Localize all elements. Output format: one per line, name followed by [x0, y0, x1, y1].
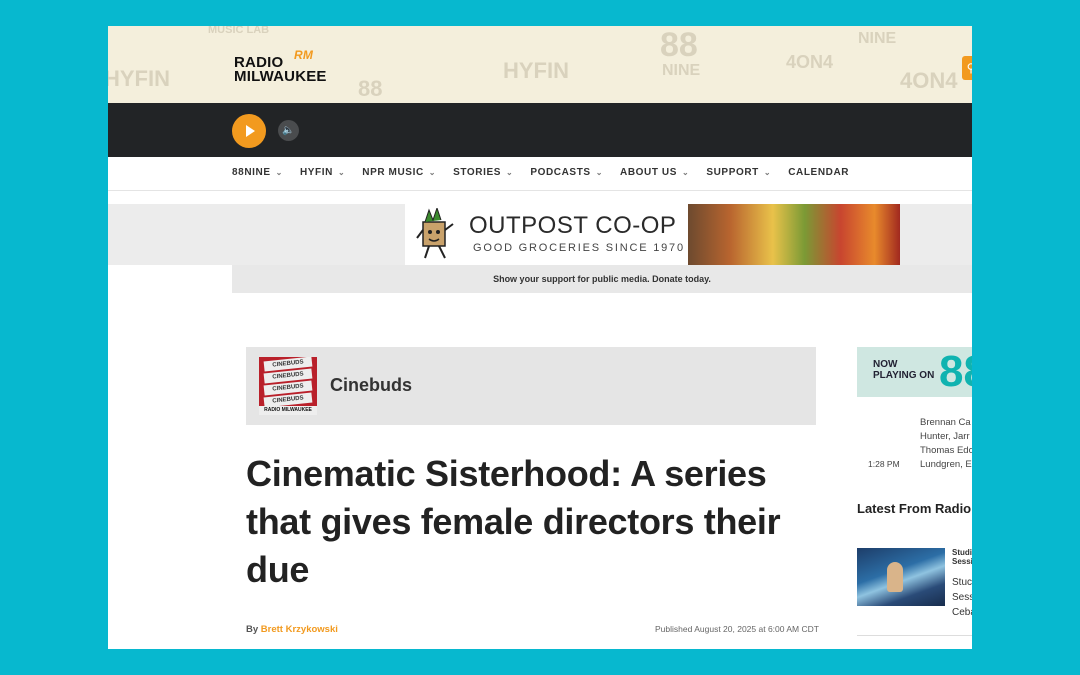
sidebar-divider [857, 635, 972, 636]
play-icon[interactable] [232, 114, 266, 148]
nav-item-support[interactable]: SUPPORT ⌄ [706, 167, 771, 178]
author-link[interactable]: Brett Krzykowski [261, 624, 338, 635]
nav-item-about-us[interactable]: ABOUT US ⌄ [620, 167, 689, 178]
now-playing-artists: Brennan Ca Hunter, Jarr Thomas Edo Lundg… [920, 416, 972, 472]
grocery-bag-mascot-icon [416, 208, 454, 259]
nav-item-podcasts[interactable]: PODCASTS ⌄ [530, 167, 603, 178]
nav-item-stories[interactable]: STORIES ⌄ [453, 167, 513, 178]
main-navigation: 88NINE ⌄ HYFIN ⌄ NPR MUSIC ⌄ STORIES ⌄ PODCA… [108, 157, 972, 191]
header-pattern-text: 4ON4 [900, 68, 958, 93]
nav-label: PODCASTS [530, 167, 591, 178]
header-pattern-text: 88 [660, 26, 698, 64]
nav-item-88nine[interactable]: 88NINE ⌄ [232, 167, 283, 178]
header-pattern-text: NINE [662, 62, 701, 79]
header-pattern-text: HYFIN [108, 66, 170, 91]
program-name[interactable]: Cinebuds [330, 375, 412, 396]
nav-label: SUPPORT [706, 167, 759, 178]
chevron-down-icon: ⌄ [682, 168, 690, 177]
logo-mark: RM [294, 48, 314, 62]
published-date: Published August 20, 2025 at 6:00 AM CDT [655, 624, 819, 634]
latest-heading: Latest From Radio M [857, 501, 972, 516]
radio-milwaukee-logo[interactable]: RADIO MILWAUKEE RM [234, 48, 327, 85]
header-pattern-text: 4ON4 [786, 52, 834, 72]
now-playing-time: 1:28 PM [868, 459, 900, 469]
nav-label: ABOUT US [620, 167, 678, 178]
story-title-line: Stuc [952, 577, 972, 588]
audio-player-bar: 🔈 [108, 103, 972, 157]
now-playing-label: NOW PLAYING ON [873, 359, 934, 381]
artist-line: Brennan Ca [920, 417, 971, 428]
by-prefix: By [246, 624, 259, 635]
story-title-line: Ceba [952, 607, 972, 618]
nav-item-hyfin[interactable]: HYFIN ⌄ [300, 167, 345, 178]
program-box[interactable]: CINEBUDS CINEBUDS CINEBUDS CINEBUDS RADI… [246, 347, 816, 425]
chevron-down-icon: ⌄ [275, 168, 283, 177]
chevron-down-icon: ⌄ [428, 168, 437, 177]
thumb-footer: RADIO MILWAUKEE [259, 406, 317, 415]
article-title: Cinematic Sisterhood: A series that give… [246, 453, 781, 590]
logo-line2: MILWAUKEE [234, 68, 327, 85]
nav-label: STORIES [453, 167, 501, 178]
volume-icon[interactable]: 🔈 [278, 120, 299, 141]
story-category-line: Studi [952, 548, 972, 557]
nav-item-calendar[interactable]: CALENDAR [788, 167, 849, 178]
site-header: HYFIN MUSIC LAB 88 HYFIN 88 NINE 4ON4 NI… [108, 26, 972, 103]
now-playing-station: 88 [939, 347, 972, 396]
story-thumbnail[interactable] [857, 548, 945, 606]
header-pattern-text: 88 [358, 76, 383, 101]
artist-line: Lundgren, E [920, 459, 972, 470]
chevron-down-icon: ⌄ [337, 168, 346, 177]
artist-line: Thomas Edo [920, 445, 972, 456]
story-title-line: Sess [952, 592, 972, 603]
artist-line: Hunter, Jarr [920, 431, 970, 442]
nav-label: CALENDAR [788, 167, 850, 178]
ad-title: OUTPOST CO-OP [469, 212, 677, 239]
now-playing-line2: PLAYING ON [873, 370, 935, 381]
nav-label: HYFIN [299, 167, 333, 178]
chevron-down-icon: ⌄ [506, 168, 514, 177]
search-icon[interactable]: ⚲ [962, 56, 972, 80]
header-pattern-text: MUSIC LAB [208, 26, 270, 36]
now-playing-line1: NOW [873, 359, 898, 370]
now-playing-banner[interactable]: NOW PLAYING ON 88 [857, 347, 972, 397]
chevron-down-icon: ⌄ [763, 168, 772, 177]
header-pattern-text: NINE [858, 30, 897, 47]
story-title[interactable]: Stuc Sess Ceba [952, 575, 972, 620]
ad-band: OUTPOST CO-OP GOOD GROCERIES SINCE 1970 [108, 204, 972, 265]
story-category[interactable]: Studi Sessi [952, 548, 972, 566]
nav-label: 88NINE [232, 167, 271, 178]
produce-photo [688, 204, 900, 265]
chevron-down-icon: ⌄ [595, 168, 603, 177]
outpost-coop-ad[interactable]: OUTPOST CO-OP GOOD GROCERIES SINCE 1970 [405, 204, 900, 265]
ad-tagline: GOOD GROCERIES SINCE 1970 [473, 242, 685, 254]
nav-item-npr-music[interactable]: NPR MUSIC ⌄ [362, 167, 436, 178]
nav-label: NPR MUSIC [362, 167, 424, 178]
story-category-line: Sessi [952, 557, 972, 566]
cinebuds-thumbnail: CINEBUDS CINEBUDS CINEBUDS CINEBUDS RADI… [259, 357, 317, 415]
header-pattern-text: HYFIN [503, 58, 569, 83]
browser-page: HYFIN MUSIC LAB 88 HYFIN 88 NINE 4ON4 NI… [108, 26, 972, 649]
donate-banner[interactable]: Show your support for public media. Dona… [232, 265, 972, 293]
byline: By Brett Krzykowski [246, 624, 338, 635]
